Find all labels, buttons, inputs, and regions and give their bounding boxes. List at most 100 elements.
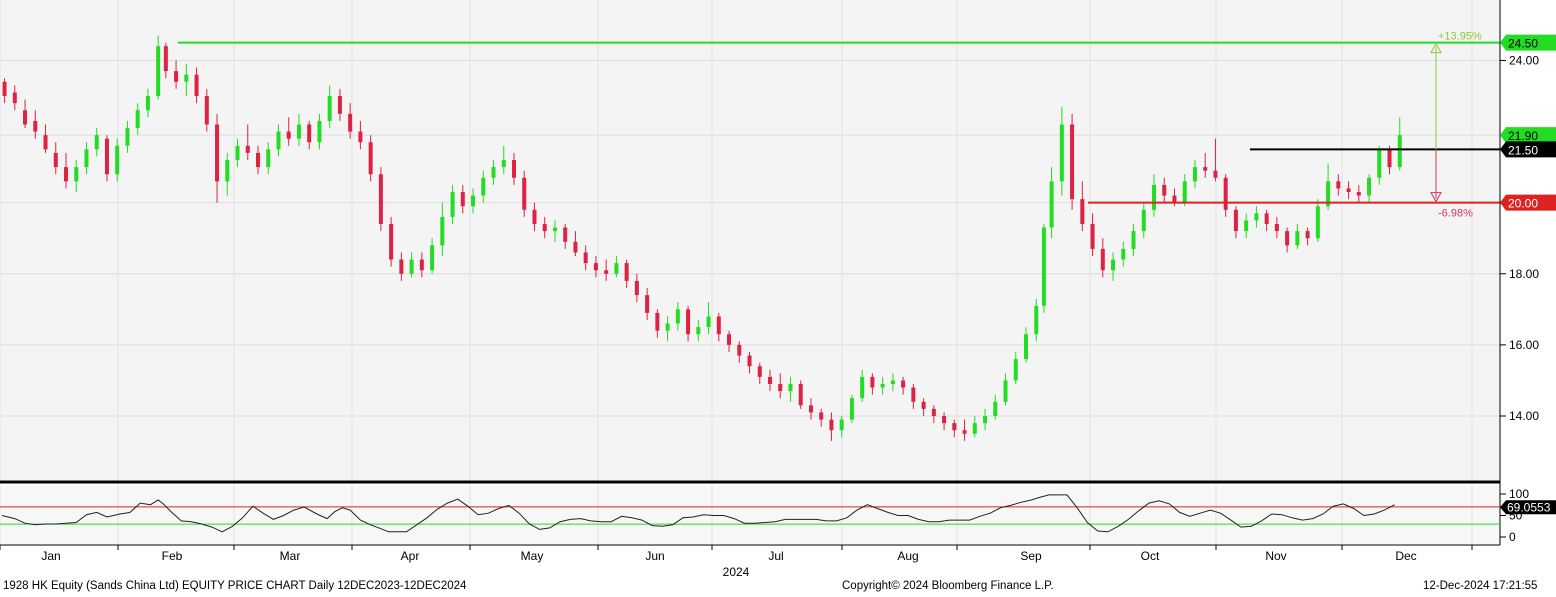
candle-body [296, 124, 301, 139]
candle-body [33, 120, 38, 132]
x-month-label: Sep [1020, 549, 1042, 563]
x-month-label: Oct [1141, 549, 1160, 563]
candle-body [1111, 259, 1116, 271]
candle-body [962, 430, 967, 434]
candle-body [952, 423, 957, 431]
candle-body [1336, 181, 1341, 189]
candle-body [614, 263, 619, 274]
candle-body [1162, 184, 1167, 196]
pct-up-label: +13.95% [1438, 31, 1482, 43]
rsi-value-tag-text: 69.0553 [1507, 500, 1551, 514]
candle-body [1295, 231, 1300, 246]
candle-body [522, 177, 527, 210]
candle-body [1356, 192, 1361, 196]
candle-body [573, 241, 578, 253]
candle-body [225, 160, 230, 182]
main-panel-background [0, 0, 1500, 480]
candle-body [798, 384, 803, 406]
candle-body [23, 110, 28, 125]
footer-security-description: 1928 HK Equity (Sands China Ltd) EQUITY … [3, 580, 467, 592]
candle-body [747, 355, 752, 367]
candle-body [1141, 209, 1146, 232]
candle-body [1080, 199, 1085, 224]
candle-body [512, 160, 516, 178]
candle-body [788, 384, 793, 392]
candle-body [430, 245, 435, 271]
support-tag-text: 20.00 [1508, 197, 1538, 211]
candle-body [460, 192, 465, 207]
candle-body [890, 380, 895, 384]
candle-body [94, 135, 99, 150]
candle-body [901, 380, 906, 388]
candle-body [1397, 135, 1402, 168]
candle-body [256, 152, 260, 168]
candle-body [501, 160, 506, 168]
candle-body [368, 142, 373, 175]
candle-body [12, 92, 17, 104]
resistance-tag-text: 24.50 [1508, 37, 1538, 51]
candle-body [1264, 213, 1269, 224]
candle-body [399, 259, 404, 274]
candle-body [686, 309, 691, 335]
candle-body [266, 149, 271, 168]
x-month-label: Aug [897, 549, 918, 563]
x-month-label: Jan [41, 549, 60, 563]
candle-body [156, 46, 161, 96]
candle-body [135, 110, 140, 128]
x-month-label: Jul [768, 549, 783, 563]
candle-body [778, 384, 783, 392]
current-tag-text: 21.50 [1508, 143, 1538, 157]
candle-body [481, 177, 486, 196]
candle-body [337, 96, 342, 114]
candle-body [358, 131, 363, 143]
x-month-label: Feb [162, 549, 183, 563]
candle-body [665, 323, 670, 331]
candle-body [419, 259, 424, 271]
candle-body [184, 74, 189, 82]
candle-body [552, 227, 557, 232]
candle-body [1367, 177, 1372, 196]
candle-body [839, 419, 844, 431]
candle-body [880, 384, 885, 388]
candle-body [983, 416, 988, 424]
candle-body [696, 327, 701, 335]
candle-body [624, 263, 629, 281]
candle-body [1070, 124, 1075, 200]
candle-body [1315, 206, 1320, 239]
footer-copyright: Copyright© 2024 Bloomberg Finance L.P. [842, 580, 1054, 592]
candle-body [1223, 177, 1228, 210]
x-month-label: Jun [645, 549, 664, 563]
candle-body [307, 124, 312, 143]
candle-body [1152, 184, 1156, 210]
candle-body [125, 128, 130, 146]
candle-body [768, 376, 772, 384]
candle-body [174, 71, 179, 82]
candle-body [1192, 167, 1197, 182]
candle-body [911, 387, 916, 402]
candle-body [583, 252, 588, 264]
candle-body [655, 312, 660, 331]
candle-body [145, 96, 150, 111]
candle-body [348, 113, 353, 132]
candle-body [634, 280, 639, 296]
candle-body [378, 174, 383, 224]
candle-body [471, 195, 476, 207]
x-month-label: Mar [280, 549, 301, 563]
candle-body [1034, 305, 1039, 335]
candle-body [1049, 181, 1054, 228]
candle-body [1387, 149, 1392, 168]
candle-body [74, 167, 79, 182]
x-month-label: Apr [401, 549, 420, 563]
candle-body [860, 376, 865, 399]
candle-body [849, 398, 854, 420]
candle-body [1377, 149, 1382, 178]
candle-body [276, 131, 281, 150]
candle-body [829, 419, 834, 431]
candle-body [215, 124, 220, 182]
candle-body [53, 152, 58, 168]
candle-body [757, 366, 762, 377]
candle-body [942, 416, 947, 424]
candle-body [1131, 231, 1136, 249]
candle-body [163, 46, 168, 72]
candle-body [1233, 209, 1238, 232]
